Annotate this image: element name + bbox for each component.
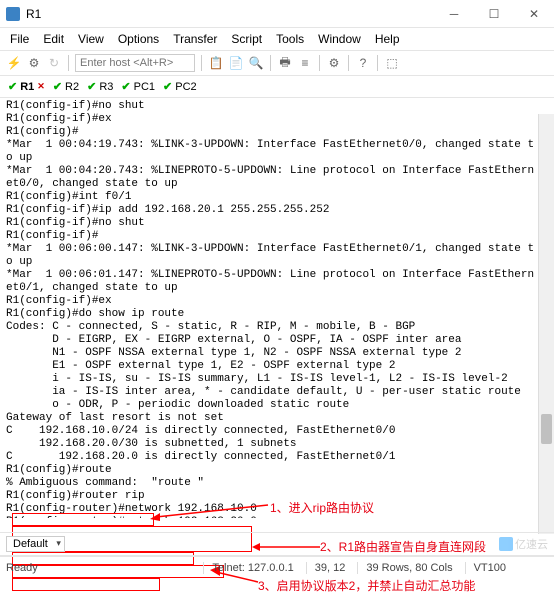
paste-icon[interactable]: 📄 bbox=[228, 55, 244, 71]
window-title: R1 bbox=[26, 7, 41, 21]
terminal-line: R1(config-if)#no shut bbox=[6, 217, 548, 230]
status-term-type: VT100 bbox=[465, 562, 506, 574]
help-icon[interactable]: ? bbox=[355, 55, 371, 71]
reconnect-icon[interactable]: ↻ bbox=[46, 55, 62, 71]
session-options-icon[interactable]: ⚙ bbox=[326, 55, 342, 71]
terminal-line: o - ODR, P - periodic downloaded static … bbox=[6, 399, 548, 412]
terminal-line: et0/0, changed state to up bbox=[6, 178, 548, 191]
close-tab-icon[interactable]: ✕ bbox=[37, 81, 45, 92]
check-icon: ✔ bbox=[87, 80, 96, 93]
tab-r3[interactable]: ✔R3 bbox=[85, 79, 115, 94]
quick-connect-icon[interactable]: ⚙ bbox=[26, 55, 42, 71]
toolbar: ⚡ ⚙ ↻ 📋 📄 🔍 🖶 ≡ ⚙ ? ⬚ bbox=[0, 50, 554, 76]
status-size: 39 Rows, 80 Cols bbox=[357, 562, 452, 574]
minimize-button[interactable]: ─ bbox=[434, 0, 474, 27]
highlight-exit bbox=[12, 578, 160, 591]
terminal-line: *Mar 1 00:04:20.743: %LINEPROTO-5-UPDOWN… bbox=[6, 165, 548, 178]
status-bar: Ready Telnet: 127.0.0.1 39, 12 39 Rows, … bbox=[0, 556, 554, 578]
menu-view[interactable]: View bbox=[72, 30, 110, 48]
tab-r1[interactable]: ✔R1 ✕ bbox=[6, 79, 47, 94]
terminal-line: R1(config-if)#no shut bbox=[6, 100, 548, 113]
toolbar-separator bbox=[348, 55, 349, 71]
terminal-scrollbar[interactable] bbox=[538, 114, 554, 534]
status-cursor-pos: 39, 12 bbox=[306, 562, 346, 574]
terminal-line: R1(config)#do show ip route bbox=[6, 308, 548, 321]
terminal-line: R1(config)#route bbox=[6, 464, 548, 477]
menu-script[interactable]: Script bbox=[225, 30, 268, 48]
terminal-line: R1(config)#int f0/1 bbox=[6, 191, 548, 204]
toolbar-separator bbox=[377, 55, 378, 71]
terminal-line: R1(config-router)#network 192.168.20.0 bbox=[6, 516, 548, 518]
terminal-line: C 192.168.20.0 is directly connected, Fa… bbox=[6, 451, 548, 464]
check-icon: ✔ bbox=[8, 80, 17, 93]
toolbar-separator bbox=[319, 55, 320, 71]
properties-icon[interactable]: ≡ bbox=[297, 55, 313, 71]
host-input[interactable] bbox=[75, 54, 195, 72]
terminal-line: Gateway of last resort is not set bbox=[6, 412, 548, 425]
menu-file[interactable]: File bbox=[4, 30, 35, 48]
watermark-text: 亿速云 bbox=[515, 536, 548, 552]
find-icon[interactable]: 🔍 bbox=[248, 55, 264, 71]
annotation-3: 3、启用协议版本2，并禁止自动汇总功能 bbox=[258, 577, 475, 594]
terminal-line: o up bbox=[6, 152, 548, 165]
terminal-line: R1(config-if)#ip add 192.168.20.1 255.25… bbox=[6, 204, 548, 217]
connect-icon[interactable]: ⚡ bbox=[6, 55, 22, 71]
terminal-line: E1 - OSPF external type 1, E2 - OSPF ext… bbox=[6, 360, 548, 373]
session-tabs: ✔R1 ✕ ✔R2 ✔R3 ✔PC1 ✔PC2 bbox=[0, 76, 554, 98]
check-icon: ✔ bbox=[53, 80, 62, 93]
menu-window[interactable]: Window bbox=[312, 30, 367, 48]
terminal-line: R1(config-if)#ex bbox=[6, 113, 548, 126]
terminal-line: R1(config-if)#ex bbox=[6, 295, 548, 308]
toggle-icon[interactable]: ⬚ bbox=[384, 55, 400, 71]
scroll-thumb[interactable] bbox=[541, 414, 552, 444]
toolbar-separator bbox=[270, 55, 271, 71]
annotation-1: 1、进入rip路由协议 bbox=[270, 499, 374, 516]
menu-bar: File Edit View Options Transfer Script T… bbox=[0, 28, 554, 50]
tab-pc2[interactable]: ✔PC2 bbox=[161, 79, 199, 94]
check-icon: ✔ bbox=[121, 80, 130, 93]
watermark: 亿速云 bbox=[499, 536, 548, 552]
close-button[interactable]: ✕ bbox=[514, 0, 554, 27]
watermark-logo-icon bbox=[499, 537, 513, 551]
app-icon bbox=[6, 7, 20, 21]
terminal-line: % Ambiguous command: "route " bbox=[6, 477, 548, 490]
terminal-line: R1(config)# bbox=[6, 126, 548, 139]
session-dropdown[interactable]: Default bbox=[6, 536, 65, 552]
tab-r2[interactable]: ✔R2 bbox=[51, 79, 81, 94]
toolbar-separator bbox=[201, 55, 202, 71]
terminal-line: N1 - OSPF NSSA external type 1, N2 - OSP… bbox=[6, 347, 548, 360]
maximize-button[interactable]: ☐ bbox=[474, 0, 514, 27]
terminal-line: *Mar 1 00:06:01.147: %LINEPROTO-5-UPDOWN… bbox=[6, 269, 548, 282]
terminal-line: D - EIGRP, EX - EIGRP external, O - OSPF… bbox=[6, 334, 548, 347]
menu-tools[interactable]: Tools bbox=[270, 30, 310, 48]
toolbar-separator bbox=[68, 55, 69, 71]
terminal-line: R1(config-if)# bbox=[6, 230, 548, 243]
tab-pc1[interactable]: ✔PC1 bbox=[119, 79, 157, 94]
terminal-line: *Mar 1 00:06:00.147: %LINK-3-UPDOWN: Int… bbox=[6, 243, 548, 256]
menu-edit[interactable]: Edit bbox=[37, 30, 70, 48]
print-icon[interactable]: 🖶 bbox=[277, 55, 293, 71]
terminal-line: ia - IS-IS inter area, * - candidate def… bbox=[6, 386, 548, 399]
status-ready: Ready bbox=[6, 562, 38, 574]
menu-transfer[interactable]: Transfer bbox=[167, 30, 223, 48]
menu-help[interactable]: Help bbox=[369, 30, 406, 48]
terminal-output[interactable]: R1(config-if)#no shutR1(config-if)#exR1(… bbox=[0, 98, 554, 518]
menu-options[interactable]: Options bbox=[112, 30, 165, 48]
session-select-bar: Default bbox=[0, 532, 554, 556]
terminal-line: o up bbox=[6, 256, 548, 269]
title-bar: R1 ─ ☐ ✕ bbox=[0, 0, 554, 28]
copy-icon[interactable]: 📋 bbox=[208, 55, 224, 71]
terminal-line: 192.168.20.0/30 is subnetted, 1 subnets bbox=[6, 438, 548, 451]
terminal-line: et0/1, changed state to up bbox=[6, 282, 548, 295]
window-controls: ─ ☐ ✕ bbox=[434, 0, 554, 27]
terminal-line: i - IS-IS, su - IS-IS summary, L1 - IS-I… bbox=[6, 373, 548, 386]
status-telnet: Telnet: 127.0.0.1 bbox=[203, 562, 293, 574]
terminal-line: C 192.168.10.0/24 is directly connected,… bbox=[6, 425, 548, 438]
check-icon: ✔ bbox=[163, 80, 172, 93]
terminal-line: Codes: C - connected, S - static, R - RI… bbox=[6, 321, 548, 334]
terminal-line: *Mar 1 00:04:19.743: %LINK-3-UPDOWN: Int… bbox=[6, 139, 548, 152]
